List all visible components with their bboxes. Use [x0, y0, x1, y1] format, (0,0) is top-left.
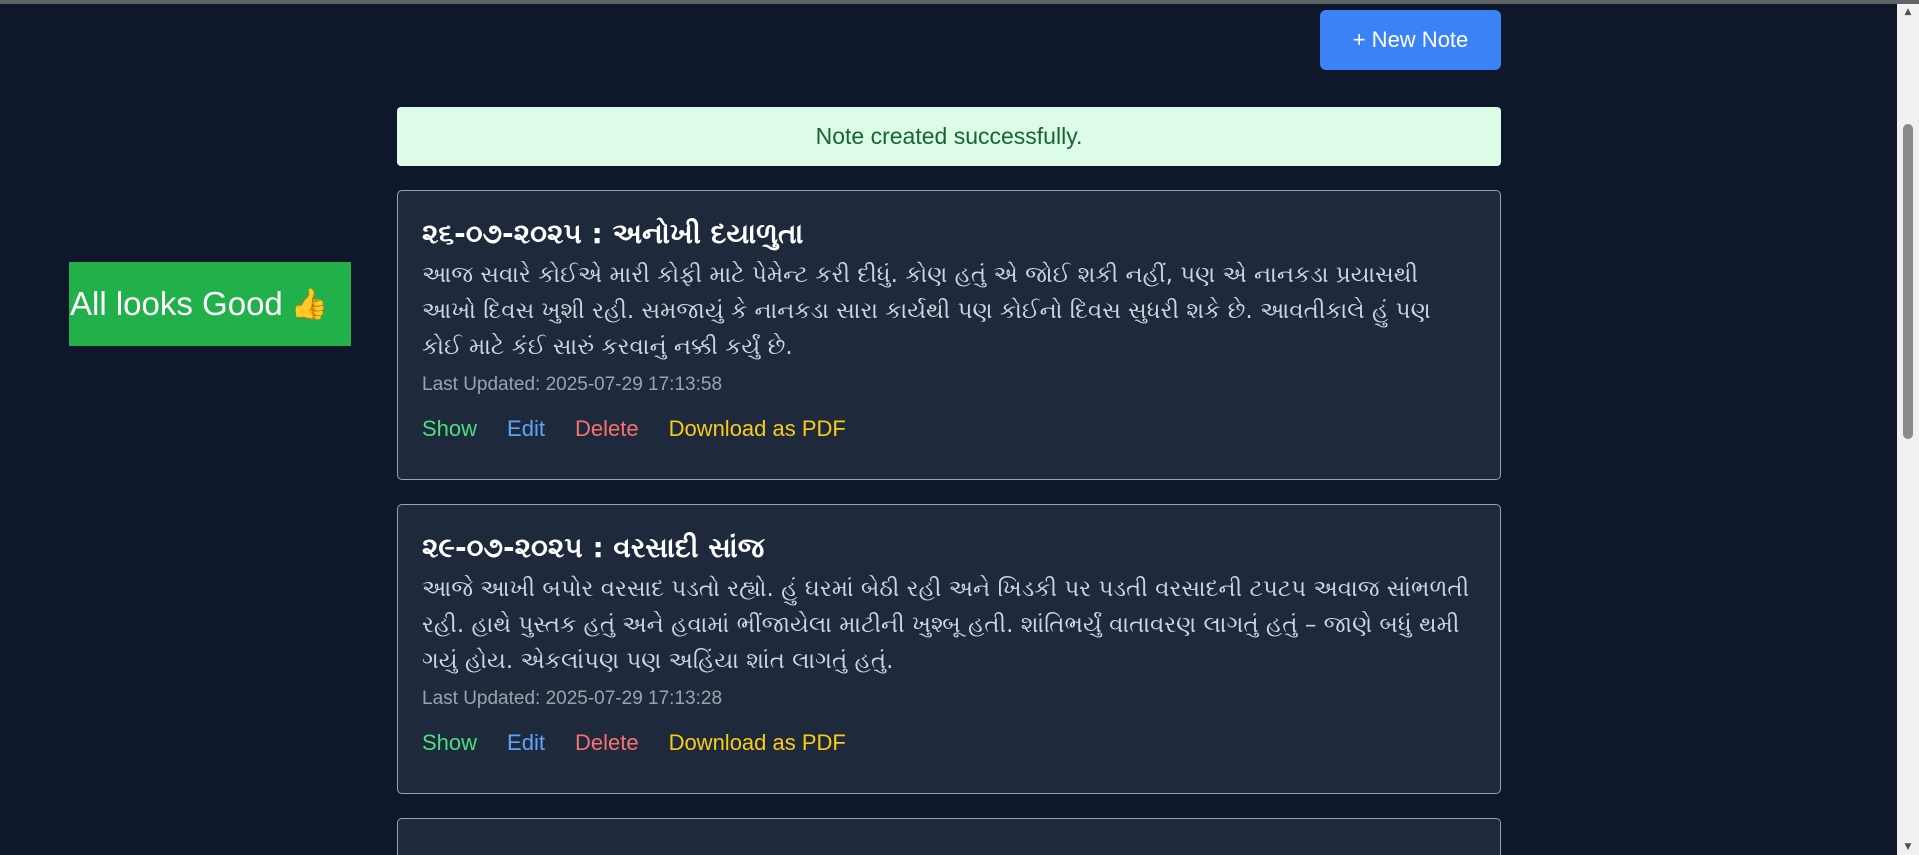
status-badge-text: All looks Good	[70, 285, 283, 322]
note-card: ૨૯-૦૭-૨૦૨૫ : વરસાદી સાંજ આજે આખી બપોર વર…	[397, 504, 1501, 794]
show-link[interactable]: Show	[422, 415, 477, 443]
note-actions: Show Edit Delete Download as PDF	[422, 415, 1476, 443]
note-last-updated: Last Updated: 2025-07-29 17:13:58	[422, 374, 723, 395]
note-title: ૨૯-૦૭-૨૦૨૫ : વરસાદી સાંજ	[422, 531, 765, 564]
scrollbar-thumb[interactable]	[1903, 124, 1913, 439]
download-pdf-link[interactable]: Download as PDF	[669, 729, 846, 757]
edit-link[interactable]: Edit	[507, 415, 545, 443]
status-badge-image: All looks Good 👍	[69, 262, 351, 346]
scroll-down-arrow-icon[interactable]: ▼	[1897, 839, 1919, 855]
delete-link[interactable]: Delete	[575, 729, 639, 757]
delete-link[interactable]: Delete	[575, 415, 639, 443]
download-pdf-link[interactable]: Download as PDF	[669, 415, 846, 443]
note-actions: Show Edit Delete Download as PDF	[422, 729, 1476, 757]
note-last-updated: Last Updated: 2025-07-29 17:13:28	[422, 688, 723, 709]
new-note-button[interactable]: + New Note	[1320, 10, 1501, 70]
success-alert-text: Note created successfully.	[815, 123, 1083, 149]
browser-top-strip	[0, 0, 1919, 4]
note-title: ૨૬-૦૭-૨૦૨૫ : અનોખી દયાળુતા	[422, 217, 804, 250]
scroll-up-arrow-icon[interactable]: ▲	[1897, 4, 1919, 20]
note-card-partial	[397, 818, 1501, 855]
show-link[interactable]: Show	[422, 729, 477, 757]
vertical-scrollbar[interactable]: ▲ ▼	[1897, 4, 1919, 855]
note-body: આજ સવારે કોઈએ મારી કોફી માટે પેમેન્ટ કરી…	[422, 262, 1431, 360]
success-alert: Note created successfully.	[397, 107, 1501, 166]
note-body: આજે આખી બપોર વરસાદ પડતો રહ્યો. હું ઘરમાં…	[422, 576, 1470, 674]
edit-link[interactable]: Edit	[507, 729, 545, 757]
note-card: ૨૬-૦૭-૨૦૨૫ : અનોખી દયાળુતા આજ સવારે કોઈએ…	[397, 190, 1501, 480]
thumbs-up-icon: 👍	[290, 286, 329, 322]
